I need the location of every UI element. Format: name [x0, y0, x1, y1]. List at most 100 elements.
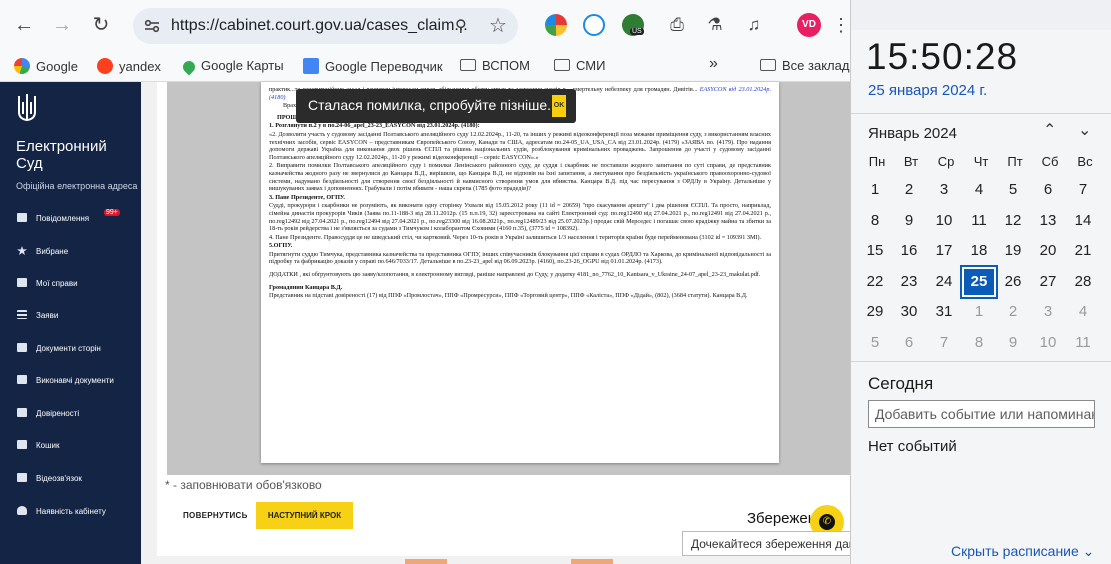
- calendar-day[interactable]: 3: [927, 175, 961, 205]
- calendar-day[interactable]: 1: [962, 297, 996, 327]
- back-arrow-icon[interactable]: ←: [9, 10, 39, 40]
- bookmark-star-icon[interactable]: ☆: [489, 13, 507, 38]
- bookmarks-overflow-chevron[interactable]: »: [709, 55, 718, 73]
- calendar-day[interactable]: 23: [892, 267, 926, 297]
- calendar-day[interactable]: 31: [927, 297, 961, 327]
- calendar-day[interactable]: 7: [927, 328, 961, 358]
- calendar-day[interactable]: 17: [927, 236, 961, 266]
- add-event-input[interactable]: Добавить событие или напоминание: [868, 400, 1095, 428]
- extension-color-icon[interactable]: [545, 14, 567, 36]
- url-text[interactable]: https://cabinet.court.gov.ua/cases_claim…: [171, 17, 468, 35]
- bookmark-folder-smi[interactable]: СМИ: [554, 58, 605, 73]
- id-card-icon: [17, 408, 27, 417]
- zoom-search-icon[interactable]: ⚲: [455, 16, 467, 36]
- chevron-down-icon[interactable]: ⌄: [1078, 120, 1091, 140]
- calendar-day[interactable]: 6: [1031, 175, 1065, 205]
- calendar-day[interactable]: 12: [996, 206, 1030, 236]
- calendar-day[interactable]: 18: [962, 236, 996, 266]
- calendar-day[interactable]: 5: [996, 175, 1030, 205]
- calendar-day[interactable]: 26: [996, 267, 1030, 297]
- sidebar-item-powers-of-attorney[interactable]: Довіреності: [17, 408, 79, 418]
- calendar-day[interactable]: 11: [1066, 328, 1100, 358]
- sidebar-item-party-documents[interactable]: Документи сторін: [17, 343, 101, 353]
- calendar-day[interactable]: 4: [1066, 297, 1100, 327]
- clock-time: 15:50:28: [866, 36, 1019, 77]
- doc-addenda: ДОДАТКИ , які обґрунтовують цю заяву/кло…: [269, 271, 761, 279]
- calendar-day[interactable]: 21: [1066, 236, 1100, 266]
- calendar-day[interactable]: 16: [892, 236, 926, 266]
- calendar-day[interactable]: 28: [1066, 267, 1100, 297]
- calendar-day[interactable]: 8: [858, 206, 892, 236]
- calendar-day[interactable]: 3: [1031, 297, 1065, 327]
- calendar-day-today[interactable]: 25: [960, 265, 998, 299]
- calendar-day[interactable]: 11: [962, 206, 996, 236]
- calendar-day[interactable]: 24: [927, 267, 961, 297]
- calendar-day[interactable]: 10: [1031, 328, 1065, 358]
- calendar-day[interactable]: 2: [996, 297, 1030, 327]
- full-date-link[interactable]: 25 января 2024 г.: [868, 82, 987, 99]
- bookmark-google-translate[interactable]: Google Переводчик: [303, 58, 443, 74]
- calendar-day[interactable]: 27: [1031, 267, 1065, 297]
- calendar-day[interactable]: 29: [858, 297, 892, 327]
- divider: [851, 113, 1111, 114]
- sidebar-item-notifications[interactable]: Повідомлення 99+: [17, 209, 120, 223]
- calendar-day[interactable]: 2: [892, 175, 926, 205]
- flask-icon[interactable]: ⚗: [700, 10, 730, 40]
- calendar-day[interactable]: 19: [996, 236, 1030, 266]
- calendar-day[interactable]: 9: [996, 328, 1030, 358]
- video-camera-icon: [17, 473, 27, 482]
- maps-pin-icon: [180, 58, 198, 76]
- sidebar-item-claims[interactable]: Заяви: [17, 310, 58, 320]
- weekday-header: Пт: [1007, 154, 1023, 169]
- weekday-header: Пн: [868, 154, 886, 169]
- translate-icon: [303, 58, 319, 74]
- calendar-day[interactable]: 10: [927, 206, 961, 236]
- calendar-day[interactable]: 1: [858, 175, 892, 205]
- globe-vpn-icon[interactable]: US: [622, 14, 644, 36]
- calendar-day[interactable]: 15: [858, 236, 892, 266]
- all-bookmarks-folder[interactable]: Все закладки: [760, 58, 862, 73]
- avatar[interactable]: VD: [797, 13, 821, 37]
- address-bar[interactable]: https://cabinet.court.gov.ua/cases_claim…: [133, 8, 518, 44]
- next-step-button[interactable]: НАСТУПНИЙ КРОК: [256, 502, 353, 529]
- back-button[interactable]: ПОВЕРНУТИСЬ: [183, 511, 248, 520]
- calendar-day[interactable]: 30: [892, 297, 926, 327]
- calendar-day[interactable]: 14: [1066, 206, 1100, 236]
- star-icon: [17, 246, 27, 255]
- forward-arrow-icon[interactable]: →: [47, 10, 77, 40]
- calendar-day[interactable]: 9: [892, 206, 926, 236]
- sidebar-item-trash[interactable]: Кошик: [17, 440, 60, 450]
- media-playlist-icon[interactable]: ♫: [739, 10, 769, 40]
- sidebar-item-video-call[interactable]: Відеозв'язок: [17, 473, 82, 483]
- calendar-day[interactable]: 8: [962, 328, 996, 358]
- chevron-up-icon[interactable]: ⌃: [1043, 120, 1056, 140]
- month-title[interactable]: Январь 2024: [868, 125, 957, 142]
- google-logo-icon: [14, 58, 30, 74]
- calendar-day[interactable]: 6: [892, 328, 926, 358]
- calendar-day[interactable]: 20: [1031, 236, 1065, 266]
- toast-ok-button[interactable]: OK: [552, 95, 566, 117]
- calendar-day[interactable]: 7: [1066, 175, 1100, 205]
- weekday-header: Вт: [903, 154, 919, 169]
- hide-schedule-link[interactable]: Скрыть расписание ⌄: [951, 543, 1094, 560]
- sidebar-item-cabinet-availability[interactable]: Наявність кабінету: [17, 506, 106, 516]
- trident-logo-icon: [18, 94, 36, 122]
- pdf-viewer[interactable]: практик...та конституційних засад і всуп…: [167, 82, 850, 475]
- calendar-day[interactable]: 22: [858, 267, 892, 297]
- extensions-puzzle-icon[interactable]: ⎙: [662, 10, 692, 40]
- reload-icon[interactable]: ↻: [86, 10, 116, 40]
- calendar-day[interactable]: 13: [1031, 206, 1065, 236]
- bookmark-folder-vspom[interactable]: ВСПОМ: [460, 58, 530, 73]
- sidebar-item-my-cases[interactable]: Мої справи: [17, 278, 78, 288]
- brand-subtitle: Офіційна електронна адреса: [16, 181, 138, 191]
- sidebar-item-favorites[interactable]: Вибране: [17, 246, 68, 256]
- message-icon: [17, 213, 27, 222]
- calendar-day[interactable]: 4: [962, 175, 996, 205]
- shazam-icon[interactable]: [583, 14, 605, 36]
- calendar-day[interactable]: 5: [858, 328, 892, 358]
- bookmark-yandex[interactable]: yandex: [97, 58, 161, 74]
- site-info-icon[interactable]: [141, 15, 163, 37]
- sidebar-item-enforcement-documents[interactable]: Виконавчі документи: [17, 375, 114, 385]
- bookmark-google-maps[interactable]: Google Карты: [180, 58, 284, 76]
- bookmark-google[interactable]: Google: [14, 58, 78, 74]
